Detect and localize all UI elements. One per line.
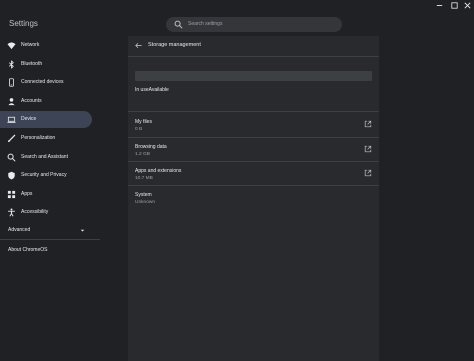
search-input[interactable]: Search settings xyxy=(188,20,222,29)
sidebar-item-security-and-privacy[interactable]: Security and Privacy xyxy=(0,167,92,184)
sidebar-item-label: Apps xyxy=(21,191,33,197)
wifi-icon xyxy=(7,42,16,50)
settings-window: Settings Search settings Network Bluetoo… xyxy=(0,0,474,361)
sidebar-item-label: Accessibility xyxy=(21,209,49,215)
sidebar-item-label: Advanced xyxy=(8,227,31,233)
bluetooth-icon xyxy=(8,60,14,69)
storage-management-page: Storage management In useAvailable My fi… xyxy=(128,36,379,361)
maximize-icon[interactable] xyxy=(450,1,459,10)
divider xyxy=(128,111,379,112)
chevron-down-icon xyxy=(80,229,85,232)
row-value: Unknown xyxy=(135,200,155,205)
divider xyxy=(128,185,379,186)
close-icon[interactable] xyxy=(463,1,472,10)
header: Settings Search settings xyxy=(0,0,474,36)
sidebar-item-personalization[interactable]: Personalization xyxy=(0,130,92,147)
sidebar-item-device[interactable]: Device xyxy=(0,111,92,128)
minimize-icon[interactable] xyxy=(435,1,444,10)
shield-icon xyxy=(8,171,15,180)
row-title: Apps and extensions xyxy=(135,168,182,174)
sidebar-item-label: Search and Assistant xyxy=(21,154,68,160)
sidebar-item-label: Accounts xyxy=(21,98,42,104)
sidebar-item-label: Network xyxy=(21,42,40,48)
laptop-icon xyxy=(7,116,16,123)
storage-usage-legend: In useAvailable xyxy=(135,87,169,93)
open-in-new-icon[interactable] xyxy=(364,169,372,177)
sidebar-item-label: Personalization xyxy=(21,135,56,141)
sidebar-item-label: Device xyxy=(21,116,37,122)
search-icon xyxy=(7,153,16,162)
storage-usage-bar xyxy=(135,71,372,81)
person-icon xyxy=(8,98,15,106)
sidebar-item-connected-devices[interactable]: Connected devices xyxy=(0,74,92,91)
sidebar-item-accounts[interactable]: Accounts xyxy=(0,93,92,110)
phone-icon xyxy=(9,78,14,87)
open-in-new-icon[interactable] xyxy=(364,145,372,153)
storage-row-system: System Unknown xyxy=(128,189,379,213)
brush-icon xyxy=(7,134,16,143)
search-box[interactable]: Search settings xyxy=(166,17,342,32)
back-arrow-icon[interactable] xyxy=(134,41,143,50)
sidebar-divider xyxy=(0,239,100,240)
sidebar-item-label: Connected devices xyxy=(21,79,64,85)
row-value: 10.7 MB xyxy=(135,176,153,181)
accessibility-icon xyxy=(8,208,15,217)
row-value: 1.2 GB xyxy=(135,152,150,157)
sidebar-item-label: Bluetooth xyxy=(21,61,43,67)
sidebar-item-advanced[interactable]: Advanced xyxy=(0,222,92,239)
sidebar: Network Bluetooth Connected devices Acco… xyxy=(0,36,128,361)
apps-grid-icon xyxy=(7,190,16,199)
sidebar-item-label: Security and Privacy xyxy=(21,172,67,178)
sidebar-item-search-and-assistant[interactable]: Search and Assistant xyxy=(0,149,92,166)
sidebar-item-bluetooth[interactable]: Bluetooth xyxy=(0,56,92,73)
search-icon xyxy=(174,20,183,29)
sidebar-item-network[interactable]: Network xyxy=(0,37,92,54)
row-title: System xyxy=(135,192,152,198)
row-title: Browsing data xyxy=(135,144,167,150)
row-value: 0 B xyxy=(135,127,143,132)
open-in-new-icon[interactable] xyxy=(364,120,372,128)
row-title: My files xyxy=(135,119,152,125)
sidebar-item-apps[interactable]: Apps xyxy=(0,186,92,203)
divider xyxy=(128,161,379,162)
page-title: Storage management xyxy=(148,42,201,48)
app-title: Settings xyxy=(9,19,38,28)
divider xyxy=(128,137,379,138)
right-margin xyxy=(379,36,474,361)
sidebar-item-about[interactable]: About ChromeOS xyxy=(0,242,92,259)
sidebar-item-label: About ChromeOS xyxy=(8,247,48,253)
sidebar-item-accessibility[interactable]: Accessibility xyxy=(0,204,92,221)
divider xyxy=(128,56,379,57)
